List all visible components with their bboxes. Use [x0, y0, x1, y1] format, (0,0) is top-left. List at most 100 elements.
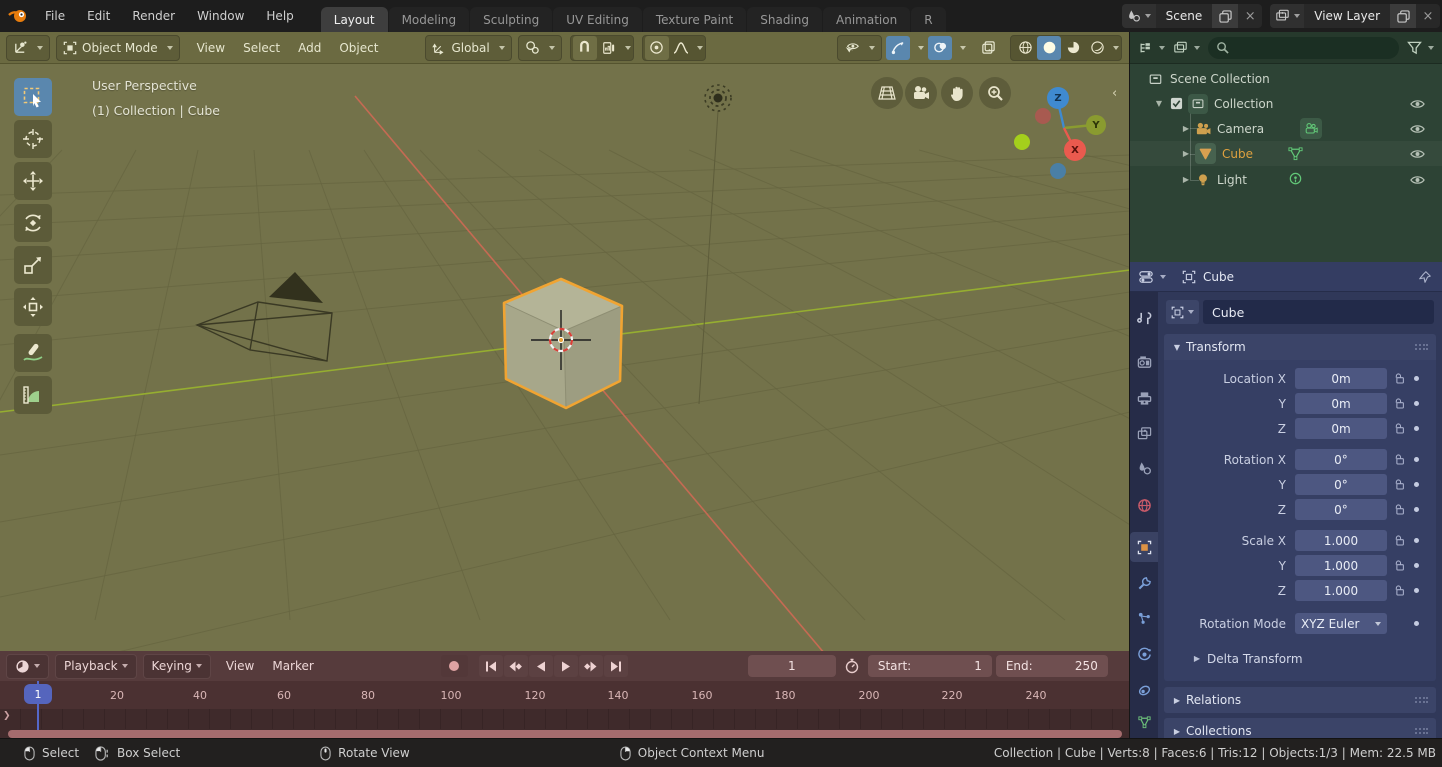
tool-scale[interactable] — [14, 246, 52, 284]
object-id-dropdown[interactable] — [1166, 300, 1199, 324]
sidebar-toggle-chevron[interactable]: ‹ — [1112, 86, 1117, 101]
shading-material-button[interactable] — [1061, 36, 1085, 60]
scene-name[interactable]: Scene — [1156, 9, 1213, 23]
cube-object[interactable] — [504, 279, 622, 408]
view-layer-duplicate-icon[interactable] — [1390, 4, 1416, 28]
light-data-badge[interactable] — [1288, 172, 1303, 187]
timeline-editor-type-button[interactable] — [6, 654, 49, 679]
keying-dropdown[interactable]: Keying — [143, 654, 211, 679]
animate-dot[interactable] — [1414, 588, 1419, 593]
menu-object[interactable]: Object — [330, 35, 387, 61]
eye-icon[interactable] — [1410, 123, 1425, 135]
light-object[interactable] — [705, 85, 731, 111]
object-name-field[interactable]: Cube — [1203, 300, 1434, 324]
animate-dot[interactable] — [1414, 563, 1419, 568]
eye-icon[interactable] — [1410, 174, 1425, 186]
animate-dot[interactable] — [1414, 482, 1419, 487]
rotation-y-field[interactable]: 0° — [1295, 474, 1387, 495]
tool-move[interactable] — [14, 162, 52, 200]
animate-dot[interactable] — [1414, 457, 1419, 462]
tool-annotate[interactable] — [14, 334, 52, 372]
tab-output[interactable] — [1130, 383, 1158, 413]
menu-add[interactable]: Add — [289, 35, 330, 61]
object-types-visibility-dropdown[interactable] — [837, 35, 882, 61]
lock-icon[interactable] — [1387, 422, 1409, 435]
lock-icon[interactable] — [1387, 503, 1409, 516]
tab-tool[interactable] — [1130, 303, 1158, 333]
animate-dot[interactable] — [1414, 538, 1419, 543]
outliner-search-input[interactable] — [1208, 37, 1399, 59]
location-z-field[interactable]: 0m — [1295, 418, 1387, 439]
channels-expand-chevron[interactable]: ❯ — [3, 711, 11, 721]
rotation-mode-select[interactable]: XYZ Euler — [1295, 613, 1387, 634]
editor-type-button[interactable] — [6, 35, 50, 61]
timeline-scrollbar[interactable] — [8, 730, 1122, 738]
tab-data[interactable] — [1130, 707, 1158, 737]
snap-target-dropdown[interactable] — [597, 36, 621, 60]
menu-help[interactable]: Help — [255, 0, 304, 32]
pivot-point-dropdown[interactable] — [518, 35, 562, 61]
shading-wireframe-button[interactable] — [1013, 36, 1037, 60]
tab-modeling[interactable]: Modeling — [389, 7, 470, 32]
frame-end-field[interactable]: End:250 — [996, 655, 1108, 677]
falloff-chevron[interactable] — [697, 46, 703, 50]
viewport-3d[interactable]: User Perspective (1) Collection | Cube — [0, 64, 1130, 651]
scene-unlink-icon[interactable]: × — [1238, 4, 1262, 28]
lock-icon[interactable] — [1387, 397, 1409, 410]
frame-start-field[interactable]: Start:1 — [868, 655, 992, 677]
delta-transform-subpanel[interactable]: ▶ Delta Transform — [1164, 646, 1436, 671]
shading-solid-button[interactable] — [1037, 36, 1061, 60]
pan-view-button[interactable] — [941, 77, 973, 109]
gizmo-axis-x-neg[interactable] — [1035, 108, 1051, 124]
tab-uv-editing[interactable]: UV Editing — [553, 7, 642, 32]
properties-breadcrumb[interactable]: Cube — [1182, 270, 1234, 284]
transform-panel-header[interactable]: ▼ Transform — [1164, 334, 1436, 360]
lock-icon[interactable] — [1387, 559, 1409, 572]
proportional-edit-toggle[interactable] — [645, 36, 669, 60]
animate-dot[interactable] — [1414, 376, 1419, 381]
tab-rendering[interactable]: R — [911, 7, 945, 32]
outliner-row-collection[interactable]: ▼ Collection — [1130, 91, 1442, 116]
tab-constraints[interactable] — [1130, 675, 1158, 705]
view-layer-remove-icon[interactable]: × — [1416, 4, 1440, 28]
animate-dot[interactable] — [1414, 401, 1419, 406]
tab-physics[interactable] — [1130, 639, 1158, 669]
outliner-filter-button[interactable] — [1407, 41, 1434, 55]
blender-logo-icon[interactable] — [8, 8, 28, 24]
tool-cursor[interactable] — [14, 120, 52, 158]
tab-render[interactable] — [1130, 347, 1158, 377]
auto-keyframe-record-button[interactable] — [441, 655, 468, 677]
scale-x-field[interactable]: 1.000 — [1295, 530, 1387, 551]
snap-toggle[interactable] — [573, 36, 597, 60]
outliner-row-cube[interactable]: ▶ Cube — [1130, 141, 1442, 166]
lock-icon[interactable] — [1387, 372, 1409, 385]
tab-modifiers[interactable] — [1130, 568, 1158, 598]
mode-dropdown[interactable]: Object Mode — [56, 35, 180, 61]
scale-z-field[interactable]: 1.000 — [1295, 580, 1387, 601]
gizmo-axis-z[interactable]: Z — [1047, 87, 1069, 109]
tool-select-box[interactable] — [14, 78, 52, 116]
view-layer-icon[interactable] — [1270, 4, 1304, 28]
navigation-gizmo[interactable]: Z Y X — [1005, 70, 1125, 190]
transform-orientation-dropdown[interactable]: Global — [425, 35, 511, 61]
animate-dot[interactable] — [1414, 621, 1419, 626]
animate-dot[interactable] — [1414, 507, 1419, 512]
pin-icon[interactable] — [1418, 270, 1432, 284]
scale-y-field[interactable]: 1.000 — [1295, 555, 1387, 576]
collection-expand-icon[interactable]: ▼ — [1154, 99, 1164, 108]
outliner-row-light[interactable]: ▶ Light — [1130, 167, 1442, 192]
play-button[interactable] — [554, 655, 578, 677]
gizmo-axis-z-neg[interactable] — [1050, 163, 1066, 179]
menu-file[interactable]: File — [34, 0, 76, 32]
tool-transform[interactable] — [14, 288, 52, 326]
tab-shading[interactable]: Shading — [747, 7, 822, 32]
tab-view-layer[interactable] — [1130, 418, 1158, 448]
tab-texture-paint[interactable]: Texture Paint — [643, 7, 746, 32]
rotation-z-field[interactable]: 0° — [1295, 499, 1387, 520]
outliner-row-camera[interactable]: ▶ Camera — [1130, 116, 1442, 141]
scene-duplicate-icon[interactable] — [1212, 4, 1238, 28]
outliner-editor-type-button[interactable] — [1138, 41, 1165, 55]
show-gizmo-toggle[interactable] — [886, 36, 910, 60]
menu-edit[interactable]: Edit — [76, 0, 121, 32]
panel-grip-icon[interactable] — [1414, 343, 1428, 351]
